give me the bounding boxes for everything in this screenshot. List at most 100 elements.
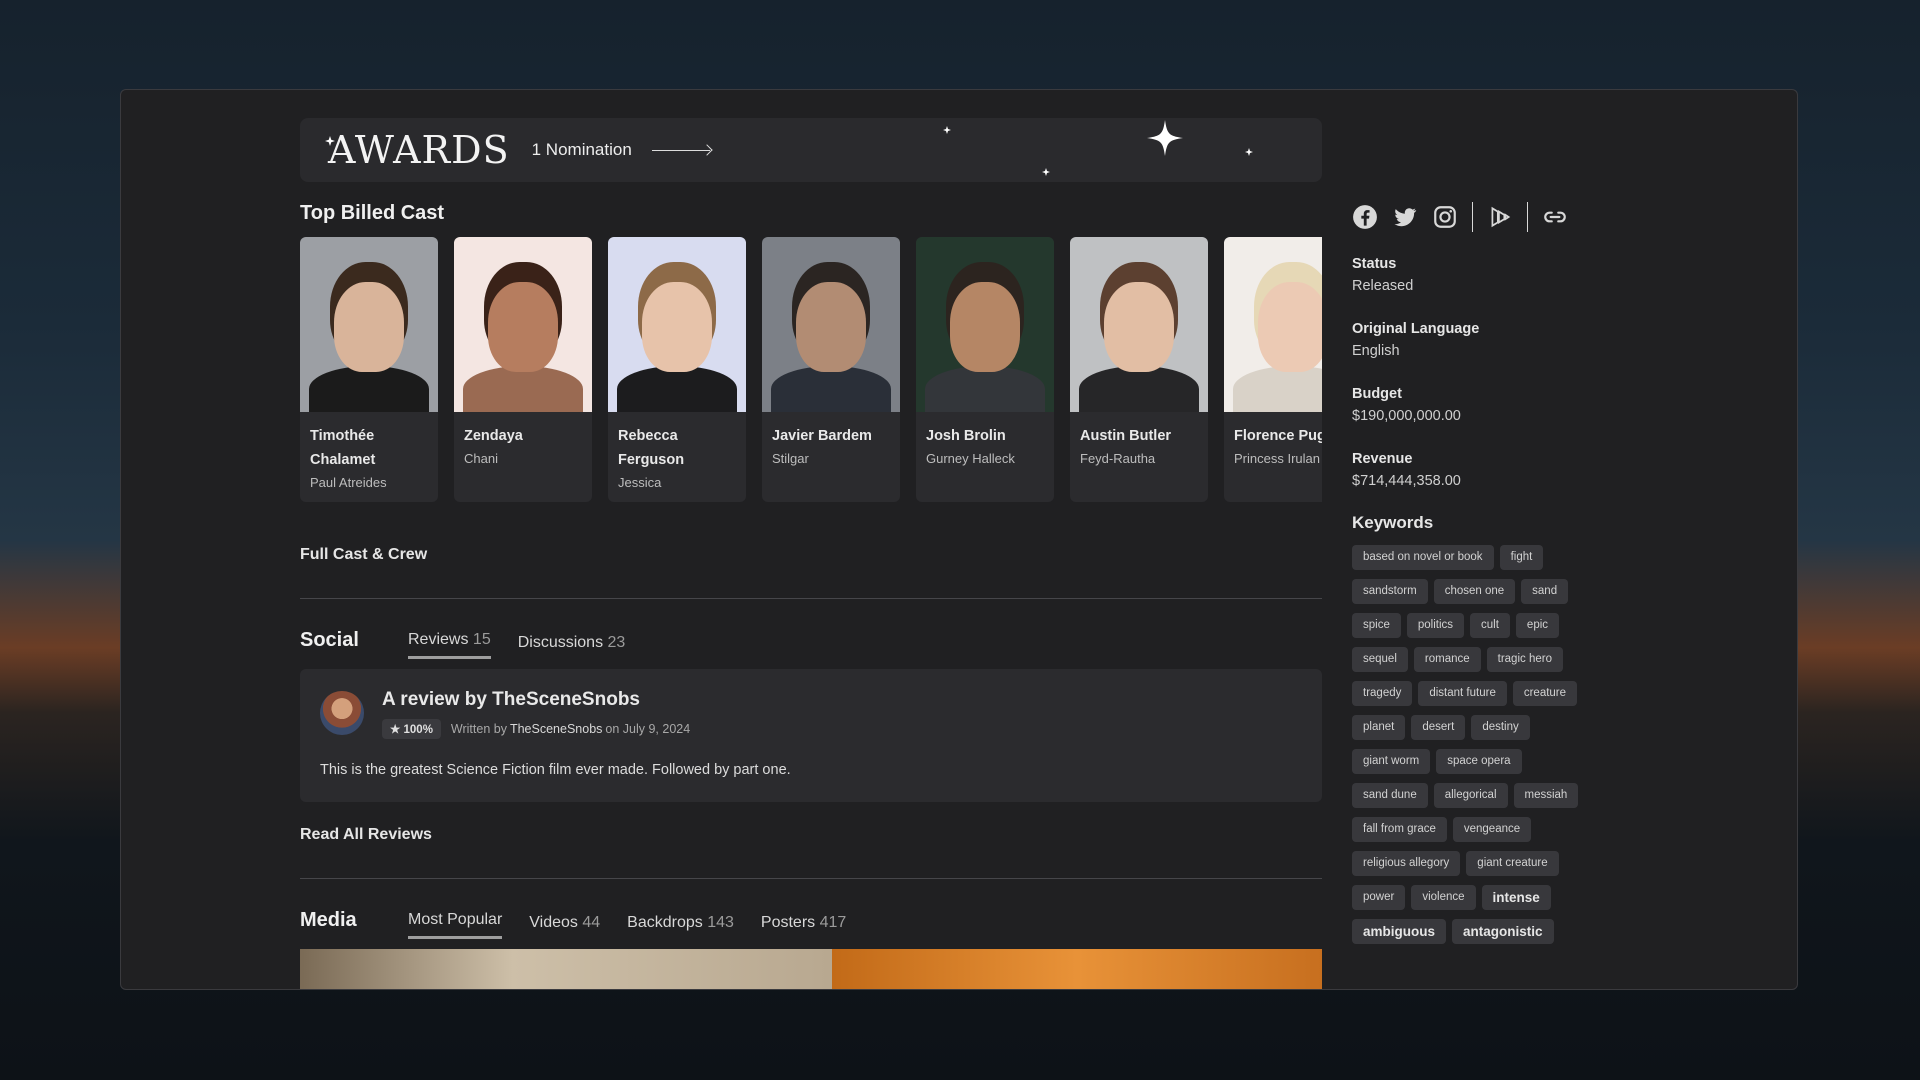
cast-character: Gurney Halleck xyxy=(926,451,1015,466)
cast-photo[interactable] xyxy=(762,237,900,412)
keyword-tag[interactable]: sand dune xyxy=(1352,783,1428,808)
keyword-tag[interactable]: spice xyxy=(1352,613,1401,638)
cast-photo-head xyxy=(950,282,1020,372)
read-all-reviews-link[interactable]: Read All Reviews xyxy=(300,826,432,843)
cast-photo[interactable] xyxy=(1070,237,1208,412)
keyword-tag[interactable]: fall from grace xyxy=(1352,817,1447,842)
full-cast-link[interactable]: Full Cast & Crew xyxy=(300,546,427,563)
review-author-link[interactable]: TheSceneSnobs xyxy=(510,722,602,736)
cast-photo-shoulders xyxy=(925,366,1045,412)
fact-value: English xyxy=(1352,343,1400,359)
cast-photo[interactable] xyxy=(300,237,438,412)
app-window: AWARDS 1 Nomination Top Billed Cast Timo… xyxy=(120,89,1798,990)
keyword-tag[interactable]: intense xyxy=(1481,885,1551,910)
tab-discussions[interactable]: Discussions 23 xyxy=(518,634,626,659)
cast-character: Princess Irulan xyxy=(1234,451,1320,466)
keyword-tag[interactable]: religious allegory xyxy=(1352,851,1461,876)
top-billed-cast-heading: Top Billed Cast xyxy=(300,202,445,224)
cast-photo[interactable] xyxy=(1224,237,1322,412)
cast-name[interactable]: Rebecca Ferguson xyxy=(618,424,736,472)
justwatch-icon[interactable] xyxy=(1487,204,1513,230)
cast-photo[interactable] xyxy=(608,237,746,412)
instagram-icon[interactable] xyxy=(1432,204,1458,230)
arrow-right-icon[interactable] xyxy=(651,144,712,156)
cast-card[interactable]: Zendaya Chani xyxy=(454,237,592,502)
awards-nomination-count[interactable]: 1 Nomination xyxy=(532,140,632,160)
keyword-tag[interactable]: power xyxy=(1352,885,1406,910)
cast-card[interactable]: Javier Bardem Stilgar xyxy=(762,237,900,502)
keyword-tag[interactable]: based on novel or book xyxy=(1352,545,1494,570)
media-header: Media Most Popular Videos 44 Backdrops 1… xyxy=(300,909,1322,939)
facebook-icon[interactable] xyxy=(1352,204,1378,230)
cast-name[interactable]: Javier Bardem xyxy=(772,424,890,448)
cast-info: Javier Bardem Stilgar xyxy=(762,412,900,481)
divider xyxy=(300,878,1322,879)
homepage-link-icon[interactable] xyxy=(1542,204,1568,230)
keyword-tag[interactable]: sequel xyxy=(1352,647,1408,672)
cast-name[interactable]: Florence Pugh xyxy=(1234,424,1322,448)
media-thumbnail[interactable] xyxy=(300,949,832,989)
tab-most-popular[interactable]: Most Popular xyxy=(408,911,503,939)
avatar[interactable] xyxy=(320,691,364,735)
keyword-tag[interactable]: ambiguous xyxy=(1352,919,1447,944)
tab-videos[interactable]: Videos 44 xyxy=(529,914,600,939)
separator xyxy=(1472,202,1473,232)
keyword-tag[interactable]: tragic hero xyxy=(1486,647,1563,672)
twitter-icon[interactable] xyxy=(1392,204,1418,230)
keyword-tag[interactable]: vengeance xyxy=(1452,817,1532,842)
cast-name[interactable]: Zendaya xyxy=(464,424,582,448)
tab-reviews[interactable]: Reviews 15 xyxy=(408,631,491,659)
keyword-tag[interactable]: sand xyxy=(1521,579,1569,604)
keyword-tag[interactable]: allegorical xyxy=(1433,783,1508,808)
keyword-tag[interactable]: giant creature xyxy=(1466,851,1559,876)
keyword-tag[interactable]: messiah xyxy=(1513,783,1579,808)
cast-info: Zendaya Chani xyxy=(454,412,592,481)
cast-name[interactable]: Josh Brolin xyxy=(926,424,1044,448)
cast-name[interactable]: Timothée Chalamet xyxy=(310,424,428,472)
awards-banner[interactable]: AWARDS 1 Nomination xyxy=(300,118,1322,182)
review-title[interactable]: A review by TheSceneSnobs xyxy=(382,689,640,711)
cast-photo-shoulders xyxy=(771,366,891,412)
sparkle-icon xyxy=(1042,168,1050,176)
media-thumbnail[interactable] xyxy=(832,949,1322,989)
cast-list: Timothée Chalamet Paul Atreides Zendaya Cha… xyxy=(300,237,1322,502)
tab-posters[interactable]: Posters 417 xyxy=(761,914,846,939)
keyword-tag[interactable]: epic xyxy=(1515,613,1560,638)
cast-photo-head xyxy=(334,282,404,372)
cast-card[interactable]: Florence Pugh Princess Irulan xyxy=(1224,237,1322,502)
keyword-tag[interactable]: tragedy xyxy=(1352,681,1413,706)
cast-photo-head xyxy=(796,282,866,372)
keyword-tag[interactable]: antagonistic xyxy=(1452,919,1554,944)
cast-character: Stilgar xyxy=(772,451,809,466)
fact-value: $714,444,358.00 xyxy=(1352,473,1461,489)
keyword-tag[interactable]: romance xyxy=(1413,647,1481,672)
keyword-tag[interactable]: chosen one xyxy=(1433,579,1516,604)
cast-photo-head xyxy=(642,282,712,372)
fact-label: Status xyxy=(1352,256,1397,272)
cast-photo[interactable] xyxy=(916,237,1054,412)
keyword-tag[interactable]: giant worm xyxy=(1352,749,1431,774)
keyword-tag[interactable]: sandstorm xyxy=(1352,579,1428,604)
awards-title: AWARDS xyxy=(328,128,510,172)
keyword-tag[interactable]: distant future xyxy=(1418,681,1507,706)
cast-info: Timothée Chalamet Paul Atreides xyxy=(300,412,438,502)
cast-card[interactable]: Austin Butler Feyd-Rautha xyxy=(1070,237,1208,502)
tab-backdrops[interactable]: Backdrops 143 xyxy=(627,914,734,939)
keyword-tag[interactable]: creature xyxy=(1512,681,1578,706)
cast-photo[interactable] xyxy=(454,237,592,412)
cast-photo-shoulders xyxy=(1079,366,1199,412)
keyword-tag[interactable]: desert xyxy=(1411,715,1466,740)
keyword-tag[interactable]: politics xyxy=(1406,613,1465,638)
keyword-tag[interactable]: destiny xyxy=(1471,715,1530,740)
keyword-tag[interactable]: fight xyxy=(1499,545,1544,570)
cast-character: Paul Atreides xyxy=(310,475,387,490)
cast-card[interactable]: Josh Brolin Gurney Halleck xyxy=(916,237,1054,502)
cast-photo-head xyxy=(1104,282,1174,372)
keyword-tag[interactable]: space opera xyxy=(1436,749,1522,774)
cast-name[interactable]: Austin Butler xyxy=(1080,424,1198,448)
cast-card[interactable]: Timothée Chalamet Paul Atreides xyxy=(300,237,438,502)
keyword-tag[interactable]: violence xyxy=(1411,885,1476,910)
keyword-tag[interactable]: cult xyxy=(1470,613,1510,638)
cast-card[interactable]: Rebecca Ferguson Jessica xyxy=(608,237,746,502)
keyword-tag[interactable]: planet xyxy=(1352,715,1406,740)
